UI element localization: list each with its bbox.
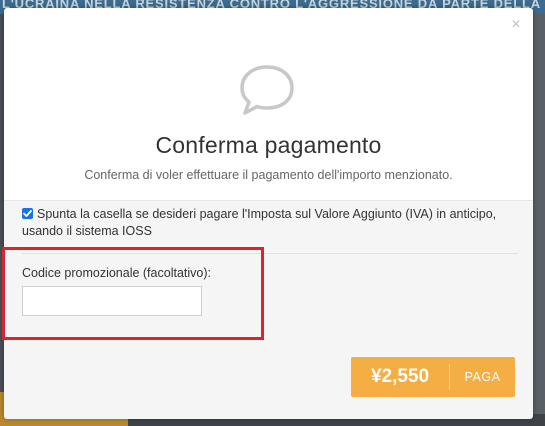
background-page-edge <box>533 14 545 426</box>
pay-button[interactable]: ¥2,550 PAGA <box>351 357 515 397</box>
vat-checkbox-label: Spunta la casella se desideri pagare l'I… <box>22 207 497 238</box>
modal-subtitle: Conferma di voler effettuare il pagament… <box>84 168 453 182</box>
pay-amount: ¥2,550 <box>370 366 430 387</box>
modal-title: Conferma pagamento <box>155 132 382 158</box>
checkmark-icon <box>23 210 32 217</box>
vat-option: Spunta la casella se desideri pagare l'I… <box>22 206 502 240</box>
speech-bubble-icon <box>240 65 294 115</box>
pay-button-label: PAGA <box>464 370 501 384</box>
close-icon[interactable]: × <box>509 17 523 33</box>
promo-code-input[interactable] <box>22 286 202 316</box>
vat-checkbox[interactable] <box>22 208 33 219</box>
promo-code-label: Codice promozionale (facoltativo): <box>22 266 211 280</box>
